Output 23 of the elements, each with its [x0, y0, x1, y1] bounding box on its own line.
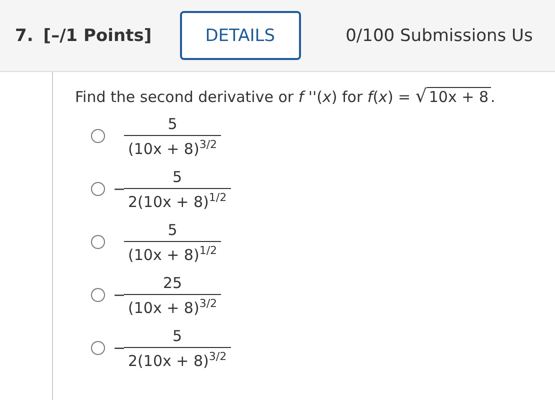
numerator: 5	[172, 168, 184, 188]
submissions-count: 0/100 Submissions Us	[346, 26, 533, 46]
denominator: (10x + 8)$^{3/2}$	[124, 134, 222, 158]
numerator: 5	[166, 114, 178, 134]
denominator: 2(10x + 8)$^{1/2}$	[124, 188, 231, 210]
question-number: 7.	[15, 26, 34, 46]
radio-button[interactable]	[91, 288, 105, 302]
minus-sign: −	[113, 286, 122, 304]
numerator: 25	[162, 274, 184, 294]
denominator: (10x + 8)$^{1/2}$	[124, 240, 222, 264]
minus-sign: −	[113, 180, 122, 198]
numerator: 5	[166, 220, 178, 240]
radio-button[interactable]	[91, 182, 105, 196]
numerator: 5	[172, 326, 184, 346]
radio-button[interactable]	[91, 129, 105, 143]
points-label: [–/1 Points]	[43, 26, 152, 46]
radio-button[interactable]	[91, 341, 105, 355]
denominator: (10x + 8)$^{3/2}$	[124, 294, 222, 316]
details-button[interactable]: DETAILS	[180, 11, 301, 60]
denominator: 2(10x + 8)$^{3/2}$	[124, 346, 231, 370]
question-text: Find the second derivative or f ''(x) for f(x) = √10x + 8.	[75, 85, 496, 107]
radio-button[interactable]	[91, 235, 105, 249]
minus-sign: −	[113, 339, 122, 357]
